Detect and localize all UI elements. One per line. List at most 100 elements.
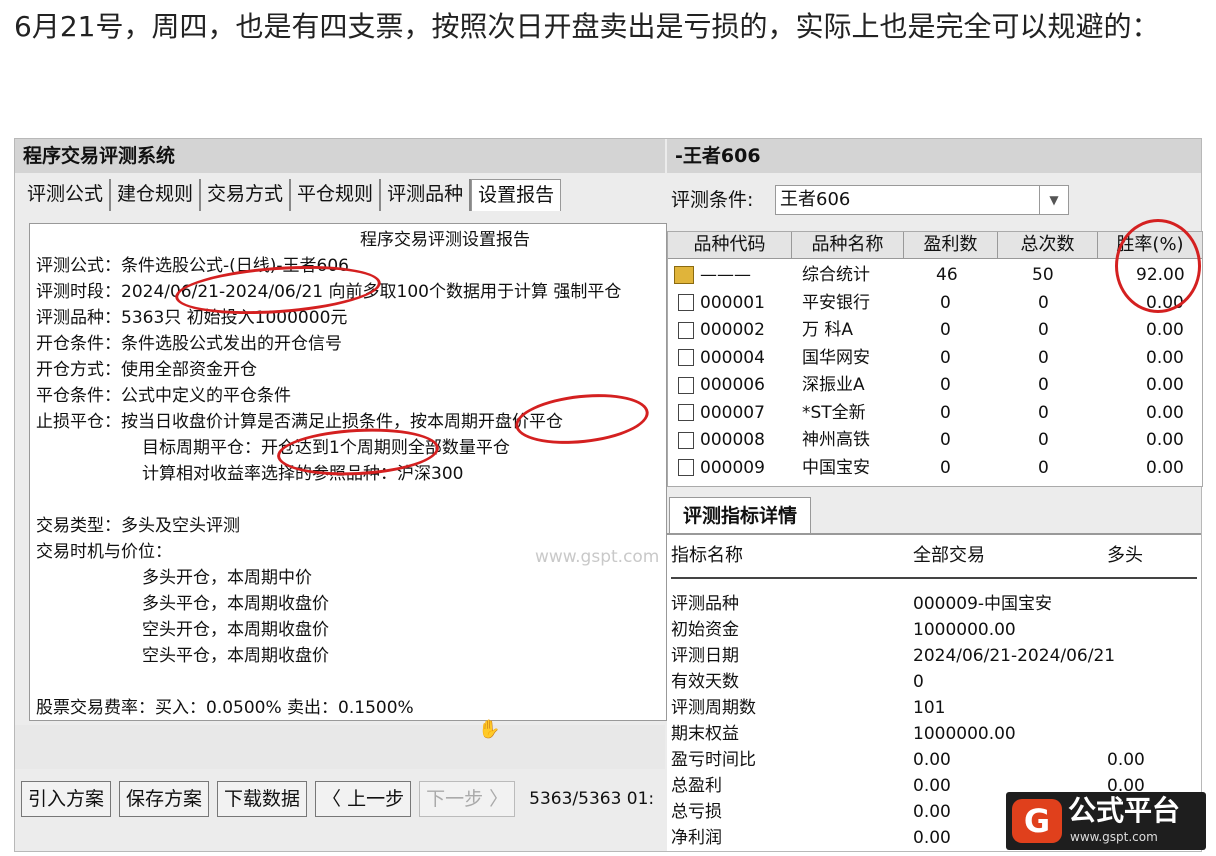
row-win: 0 bbox=[940, 320, 951, 340]
row-total: 0 bbox=[1038, 457, 1049, 478]
col-win-header[interactable]: 盈利数 bbox=[904, 232, 998, 258]
report-textarea[interactable]: 程序交易评测设置报告 评测公式：条件选股公式-(日线)-王者606 评测时段：2… bbox=[29, 223, 667, 721]
detail-row: 评测周期数 101 bbox=[667, 695, 1201, 721]
row-code: 000008 bbox=[700, 430, 765, 450]
col-rate-header[interactable]: 胜率(%) bbox=[1098, 232, 1202, 258]
row-name: 万 科A bbox=[802, 320, 854, 340]
report-line: 多头开仓，本周期中价 bbox=[142, 568, 312, 588]
col-total-header[interactable]: 总次数 bbox=[998, 232, 1098, 258]
detail-col-all-header: 全部交易 bbox=[913, 545, 985, 566]
row-win: 46 bbox=[936, 265, 958, 285]
folder-summary-icon bbox=[674, 266, 694, 284]
row-rate: 0.00 bbox=[1146, 402, 1184, 423]
previous-step-button[interactable]: 〈 上一步 bbox=[315, 781, 412, 817]
detail-name: 盈亏时间比 bbox=[671, 750, 756, 770]
site-logo: G 公式平台 www.gspt.com bbox=[1006, 792, 1206, 850]
tab-metric-details[interactable]: 评测指标详情 bbox=[669, 497, 811, 534]
condition-label: 评测条件: bbox=[671, 189, 754, 211]
row-code: 000002 bbox=[700, 320, 765, 340]
grid-row-summary[interactable]: ——— 综合统计 46 50 92.00 bbox=[668, 262, 1202, 290]
results-grid: 品种代码 品种名称 盈利数 总次数 胜率(%) ——— 综合统计 46 50 9… bbox=[667, 231, 1203, 487]
grid-row[interactable]: 000008 神州高铁 0 0 0.00 bbox=[668, 427, 1202, 455]
report-line: 目标周期平仓：开仓达到1个周期则全部数量平仓 bbox=[142, 438, 510, 458]
row-name: 平安银行 bbox=[802, 292, 870, 313]
logo-url: www.gspt.com bbox=[1070, 830, 1158, 844]
detail-all: 1000000.00 bbox=[913, 724, 1016, 744]
grid-row[interactable]: 000001 平安银行 0 0 0.00 bbox=[668, 290, 1202, 318]
detail-name: 总盈利 bbox=[671, 776, 722, 796]
report-line: 空头平仓，本周期收盘价 bbox=[142, 646, 329, 666]
detail-all: 0.00 bbox=[913, 750, 951, 770]
row-code: ——— bbox=[700, 265, 751, 285]
condition-select[interactable]: 王者606 ▼ bbox=[775, 185, 1069, 215]
detail-name: 期末权益 bbox=[671, 724, 739, 744]
detail-all: 2024/06/21-2024/06/21 bbox=[913, 646, 1116, 666]
tab-formula[interactable]: 评测公式 bbox=[21, 179, 112, 211]
report-line: 交易时机与价位： bbox=[36, 542, 172, 562]
tab-trade-mode[interactable]: 交易方式 bbox=[201, 179, 292, 211]
grid-row[interactable]: 000006 深振业A 0 0 0.00 bbox=[668, 372, 1202, 400]
detail-col-name-header: 指标名称 bbox=[671, 545, 743, 566]
row-rate: 0.00 bbox=[1146, 347, 1184, 368]
app-window: 程序交易评测系统 评测公式 建仓规则 交易方式 平仓规则 评测品种 设置报告 程… bbox=[14, 138, 1203, 852]
report-line: 空头开仓，本周期收盘价 bbox=[142, 620, 329, 640]
left-panel-title: 程序交易评测系统 bbox=[15, 139, 665, 173]
chevron-down-icon[interactable]: ▼ bbox=[1039, 186, 1068, 214]
detail-all: 0.00 bbox=[913, 828, 951, 848]
detail-row: 盈亏时间比 0.00 0.00 bbox=[667, 747, 1201, 773]
row-win: 0 bbox=[940, 375, 951, 395]
grid-header: 品种代码 品种名称 盈利数 总次数 胜率(%) bbox=[668, 232, 1202, 259]
detail-all: 000009-中国宝安 bbox=[913, 594, 1053, 614]
tab-report-settings[interactable]: 设置报告 bbox=[471, 179, 562, 211]
grid-row[interactable]: 000004 国华网安 0 0 0.00 bbox=[668, 345, 1202, 373]
report-line: 止损平仓：按当日收盘价计算是否满足止损条件，按本周期开盘价平仓 bbox=[36, 412, 563, 432]
row-name: 国华网安 bbox=[802, 347, 870, 368]
row-rate: 0.00 bbox=[1146, 320, 1184, 340]
detail-row: 评测日期 2024/06/21-2024/06/21 bbox=[667, 643, 1201, 669]
row-win: 0 bbox=[940, 292, 951, 313]
detail-name: 评测品种 bbox=[671, 594, 739, 614]
report-line: 评测品种：5363只 初始投入1000000元 bbox=[36, 308, 348, 328]
row-name: 综合统计 bbox=[802, 265, 870, 285]
detail-name: 评测周期数 bbox=[671, 698, 756, 718]
import-plan-button[interactable]: 引入方案 bbox=[21, 781, 112, 817]
condition-value: 王者606 bbox=[780, 189, 851, 210]
row-name: 中国宝安 bbox=[802, 457, 870, 478]
download-data-button[interactable]: 下载数据 bbox=[217, 781, 308, 817]
detail-name: 评测日期 bbox=[671, 646, 739, 666]
tab-close-rules[interactable]: 平仓规则 bbox=[291, 179, 382, 211]
row-total: 0 bbox=[1038, 347, 1049, 368]
hand-cursor-icon: ✋ bbox=[478, 719, 501, 740]
tab-open-rules[interactable]: 建仓规则 bbox=[111, 179, 202, 211]
row-rate: 0.00 bbox=[1146, 430, 1184, 450]
row-win: 0 bbox=[940, 347, 951, 368]
save-plan-button[interactable]: 保存方案 bbox=[119, 781, 210, 817]
detail-all: 1000000.00 bbox=[913, 620, 1016, 640]
grid-row[interactable]: 000007 *ST全新 0 0 0.00 bbox=[668, 400, 1202, 428]
detail-row: 期末权益 1000000.00 bbox=[667, 721, 1201, 747]
col-code-header[interactable]: 品种代码 bbox=[668, 232, 792, 258]
report-footer-area bbox=[15, 725, 665, 769]
button-row: 引入方案 保存方案 下载数据 〈 上一步 下一步 〉 5363/5363 01: bbox=[21, 781, 654, 817]
report-line: 交易类型：多头及空头评测 bbox=[36, 516, 240, 536]
row-name: 深振业A bbox=[802, 375, 865, 395]
report-title: 程序交易评测设置报告 bbox=[360, 230, 530, 250]
row-total: 0 bbox=[1038, 430, 1049, 450]
grid-row[interactable]: 000002 万 科A 0 0 0.00 bbox=[668, 317, 1202, 345]
tab-instruments[interactable]: 评测品种 bbox=[381, 179, 472, 211]
row-code: 000004 bbox=[700, 347, 765, 368]
row-rate: 0.00 bbox=[1146, 375, 1184, 395]
next-step-button[interactable]: 下一步 〉 bbox=[419, 781, 516, 817]
folder-icon bbox=[678, 459, 694, 476]
report-line: 平仓条件：公式中定义的平仓条件 bbox=[36, 386, 291, 406]
row-rate: 92.00 bbox=[1136, 265, 1185, 285]
detail-all: 101 bbox=[913, 698, 946, 718]
tab-bar: 评测公式 建仓规则 交易方式 平仓规则 评测品种 设置报告 bbox=[21, 179, 562, 211]
report-line: 开仓条件：条件选股公式发出的开仓信号 bbox=[36, 334, 342, 354]
grid-row[interactable]: 000009 中国宝安 0 0 0.00 bbox=[668, 455, 1202, 483]
folder-icon bbox=[678, 294, 694, 311]
folder-icon bbox=[678, 404, 694, 421]
col-name-header[interactable]: 品种名称 bbox=[792, 232, 904, 258]
detail-all: 0.00 bbox=[913, 776, 951, 796]
row-code: 000006 bbox=[700, 375, 765, 395]
